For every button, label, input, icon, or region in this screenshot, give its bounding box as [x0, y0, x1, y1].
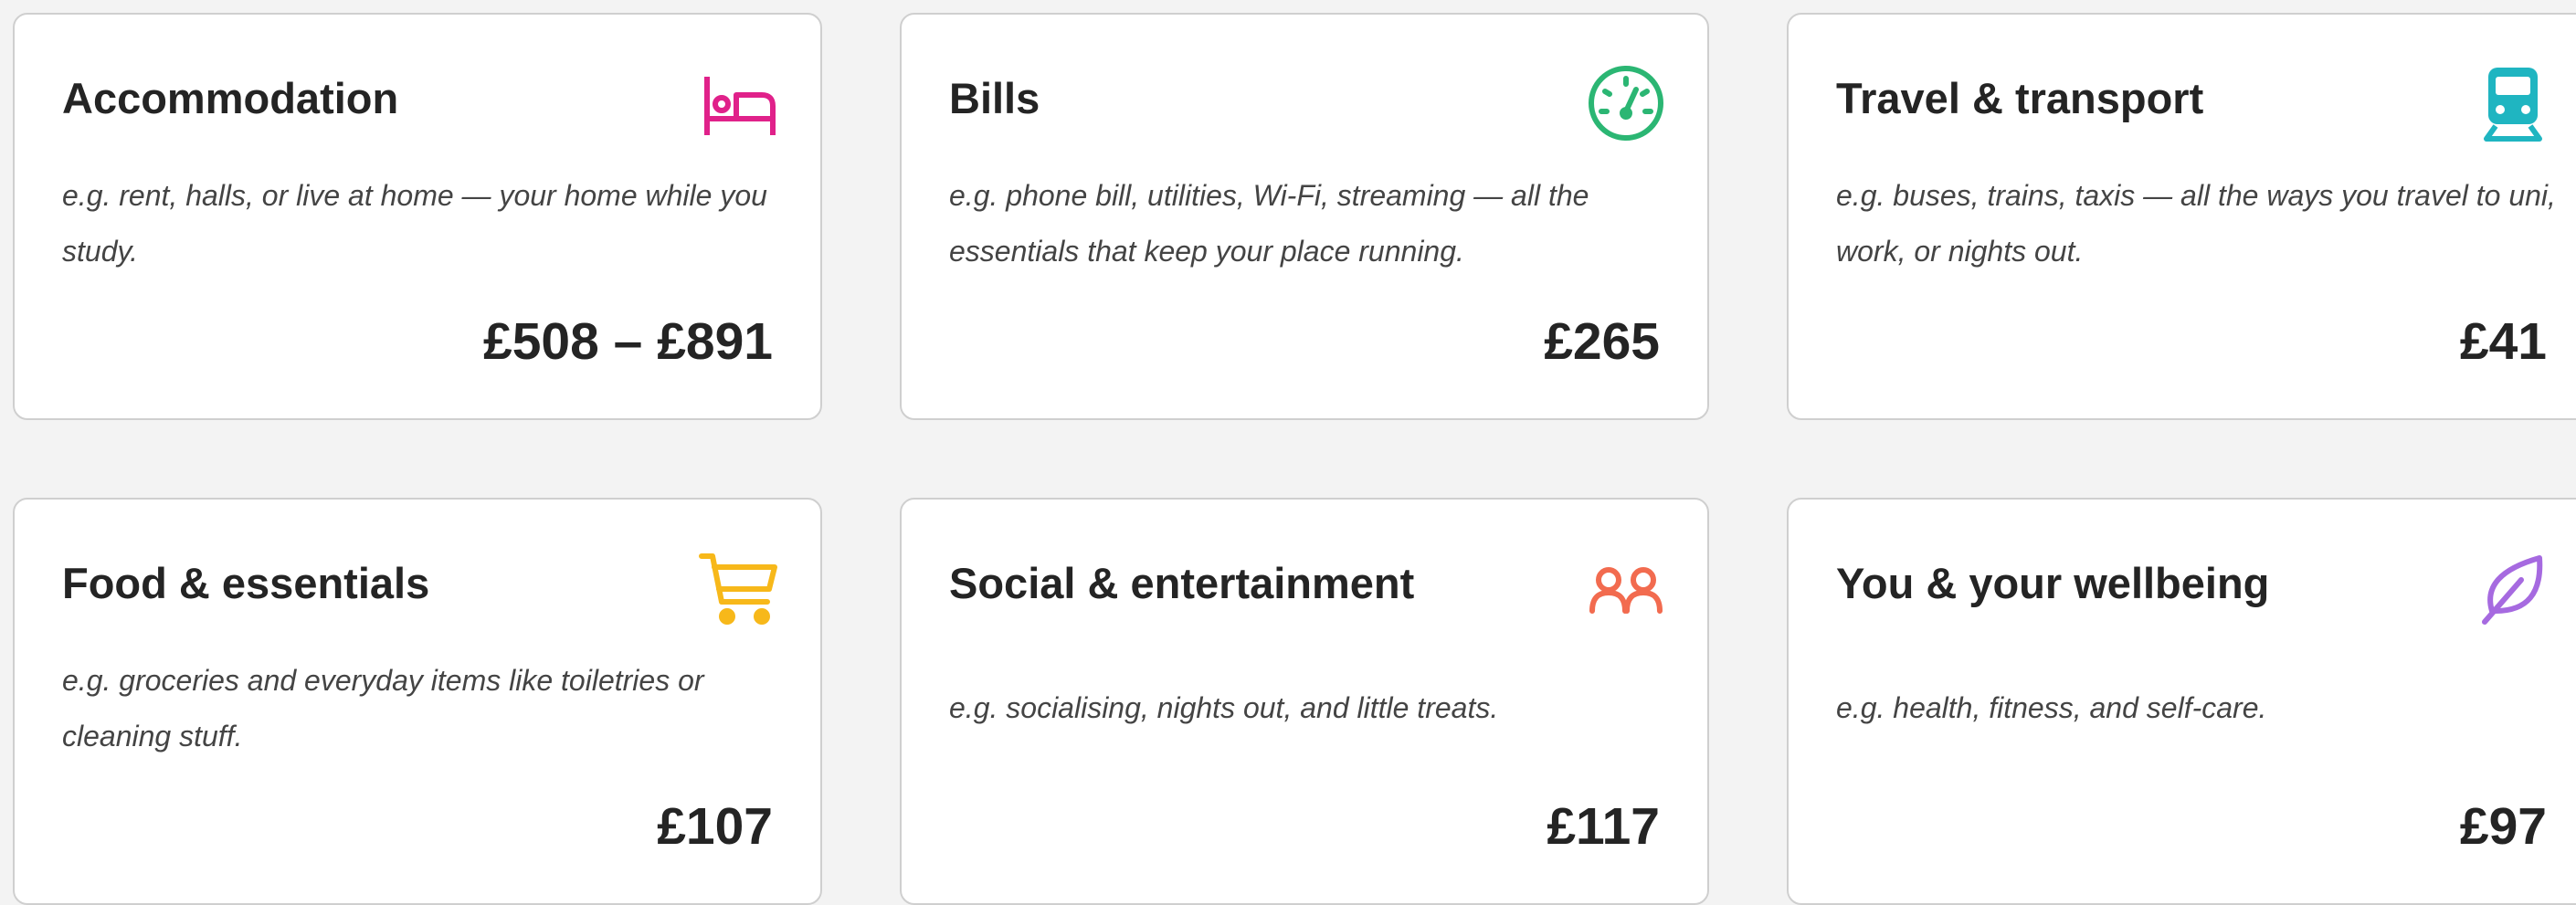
card-title: You & your wellbeing: [1836, 559, 2270, 607]
cost-categories-grid: Accommodation e.g. rent, halls, or live …: [0, 0, 2576, 905]
people-icon: [1585, 547, 1667, 629]
card-accommodation: Accommodation e.g. rent, halls, or live …: [13, 13, 822, 420]
card-title: Travel & transport: [1836, 74, 2204, 122]
shopping-cart-icon: [698, 547, 780, 629]
card-social-entertainment: Social & entertainment e.g. socialising,…: [900, 498, 1709, 905]
card-bills: Bills e.g. phone bill, utilities, Wi-Fi,…: [900, 13, 1709, 420]
card-description: e.g. socialising, nights out, and little…: [949, 691, 1499, 724]
card-title: Food & essentials: [62, 559, 430, 607]
card-title: Social & entertainment: [949, 559, 1415, 607]
gauge-icon: [1585, 62, 1667, 144]
card-amount: £508 – £891: [483, 312, 773, 371]
card-food-essentials: Food & essentials e.g. groceries and eve…: [13, 498, 822, 905]
card-amount: £97: [2459, 797, 2547, 856]
card-description: e.g. groceries and everyday items like t…: [62, 664, 704, 752]
card-amount: £41: [2459, 312, 2547, 371]
card-travel-transport: Travel & transport e.g. buses, trains, t…: [1787, 13, 2576, 420]
card-title: Accommodation: [62, 74, 399, 122]
card-amount: £265: [1544, 312, 1660, 371]
card-amount: £117: [1547, 797, 1660, 856]
card-wellbeing: You & your wellbeing e.g. health, fitnes…: [1787, 498, 2576, 905]
card-description: e.g. health, fitness, and self-care.: [1836, 691, 2267, 724]
leaf-icon: [2472, 547, 2554, 629]
card-amount: £107: [657, 797, 773, 856]
card-description: e.g. rent, halls, or live at home — your…: [62, 179, 767, 268]
card-title: Bills: [949, 74, 1040, 122]
train-icon: [2472, 62, 2554, 144]
bed-icon: [698, 62, 780, 144]
card-description: e.g. phone bill, utilities, Wi-Fi, strea…: [949, 179, 1589, 268]
card-description: e.g. buses, trains, taxis — all the ways…: [1836, 179, 2556, 268]
